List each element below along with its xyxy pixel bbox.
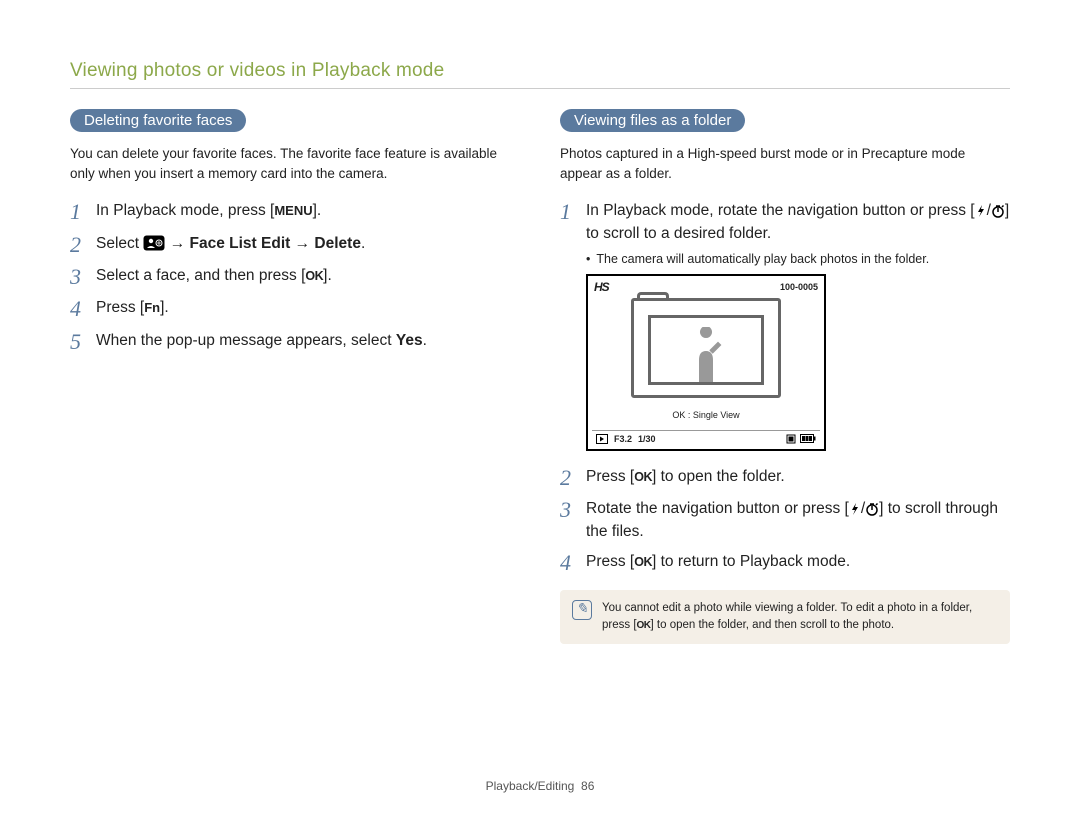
step-number: 4	[70, 296, 96, 322]
shutter-value: 1/30	[638, 434, 656, 444]
step-4: 4 Press [OK] to return to Playback mode.	[560, 550, 1010, 576]
text: Select	[96, 235, 143, 252]
text: ].	[313, 202, 322, 219]
text: The camera will automatically play back …	[596, 252, 929, 266]
section-pill-deleting: Deleting favorite faces	[70, 109, 246, 132]
step-body: Select → Face List Edit → Delete.	[96, 232, 365, 255]
step-body: When the pop-up message appears, select …	[96, 329, 427, 352]
step-5: 5 When the pop-up message appears, selec…	[70, 329, 520, 355]
screen-bottom-bar: F3.2 1/30	[592, 430, 820, 445]
step-number: 1	[70, 199, 96, 225]
menu-button-label: MENU	[274, 203, 312, 218]
note-icon: ✎	[572, 600, 592, 620]
step-2: 2 Press [OK] to open the folder.	[560, 465, 1010, 491]
text: →	[165, 235, 189, 252]
steps-list-left: 1 In Playback mode, press [MENU]. 2 Sele…	[70, 199, 520, 355]
aperture-value: F3.2	[614, 434, 632, 444]
settings-person-icon	[143, 235, 165, 251]
text: Press [	[586, 468, 634, 485]
folder-icon	[631, 298, 781, 398]
timer-icon	[865, 502, 879, 516]
ok-button-label: OK	[637, 620, 651, 631]
text: .	[361, 235, 365, 252]
flash-icon	[849, 502, 861, 516]
page-title: Viewing photos or videos in Playback mod…	[70, 60, 1010, 82]
screen-inner: HS 100-0005 OK : Single View	[592, 280, 820, 430]
note-text: You cannot edit a photo while viewing a …	[602, 600, 998, 635]
step-number: 1	[560, 199, 586, 225]
flash-icon	[975, 204, 987, 218]
step-number: 2	[560, 465, 586, 491]
note-box: ✎ You cannot edit a photo while viewing …	[560, 590, 1010, 645]
bold-label: Delete	[314, 235, 361, 252]
play-icon	[596, 434, 608, 444]
step-body: In Playback mode, rotate the navigation …	[586, 199, 1010, 246]
camera-screen-preview: HS 100-0005 OK : Single View	[586, 274, 826, 451]
text: ] to open the folder, and then scroll to…	[651, 619, 895, 631]
left-column: Deleting favorite faces You can delete y…	[70, 109, 520, 644]
step-1: 1 In Playback mode, rotate the navigatio…	[560, 199, 1010, 246]
right-column: Viewing files as a folder Photos capture…	[560, 109, 1010, 644]
step-number: 4	[560, 550, 586, 576]
text: When the pop-up message appears, select	[96, 332, 396, 349]
intro-text: You can delete your favorite faces. The …	[70, 144, 520, 183]
text: Press [	[586, 553, 634, 570]
screen-caption: OK : Single View	[592, 410, 820, 420]
text: Rotate the navigation button or press [	[586, 500, 849, 517]
person-silhouette-icon	[687, 327, 725, 382]
text: ] to return to Playback mode.	[652, 553, 850, 570]
bold-label: Yes	[396, 332, 423, 349]
text: Press [	[96, 299, 144, 316]
step-3: 3 Rotate the navigation button or press …	[560, 497, 1010, 544]
step-number: 5	[70, 329, 96, 355]
footer-section: Playback/Editing	[486, 779, 575, 793]
text: ] to open the folder.	[652, 468, 785, 485]
step-2: 2 Select → Face List Edit → Delete.	[70, 232, 520, 258]
ok-button-label: OK	[634, 470, 652, 484]
ok-button-label: OK	[305, 269, 323, 283]
step-body: In Playback mode, press [MENU].	[96, 199, 321, 222]
step-body: Press [Fn].	[96, 296, 169, 319]
step-number: 3	[560, 497, 586, 523]
steps-list-right: 1 In Playback mode, rotate the navigatio…	[560, 199, 1010, 576]
step-body: Press [OK] to return to Playback mode.	[586, 550, 850, 573]
step-body: Press [OK] to open the folder.	[586, 465, 785, 488]
timer-icon	[991, 204, 1005, 218]
text: Select a face, and then press [	[96, 267, 305, 284]
content-columns: Deleting favorite faces You can delete y…	[70, 109, 1010, 644]
step-1: 1 In Playback mode, press [MENU].	[70, 199, 520, 225]
text: ].	[160, 299, 169, 316]
step-3: 3 Select a face, and then press [OK].	[70, 264, 520, 290]
step-body: Select a face, and then press [OK].	[96, 264, 332, 287]
battery-icon	[800, 434, 816, 443]
ok-button-label: OK	[634, 555, 652, 569]
text: In Playback mode, press [	[96, 202, 274, 219]
text: .	[423, 332, 427, 349]
file-code: 100-0005	[780, 282, 818, 292]
card-icon	[786, 434, 796, 444]
text: ].	[323, 267, 332, 284]
hs-badge: HS	[594, 280, 609, 294]
section-pill-viewing: Viewing files as a folder	[560, 109, 745, 132]
sub-bullet: The camera will automatically play back …	[586, 252, 1010, 266]
intro-text: Photos captured in a High-speed burst mo…	[560, 144, 1010, 183]
page-footer: Playback/Editing 86	[0, 779, 1080, 793]
footer-page: 86	[581, 779, 594, 793]
step-4: 4 Press [Fn].	[70, 296, 520, 322]
bold-label: Face List Edit	[190, 235, 291, 252]
step-number: 3	[70, 264, 96, 290]
step-body: Rotate the navigation button or press [/…	[586, 497, 1010, 544]
divider	[70, 88, 1010, 89]
text: In Playback mode, rotate the navigation …	[586, 202, 975, 219]
step-number: 2	[70, 232, 96, 258]
fn-button-label: Fn	[144, 300, 160, 315]
text: →	[290, 235, 314, 252]
